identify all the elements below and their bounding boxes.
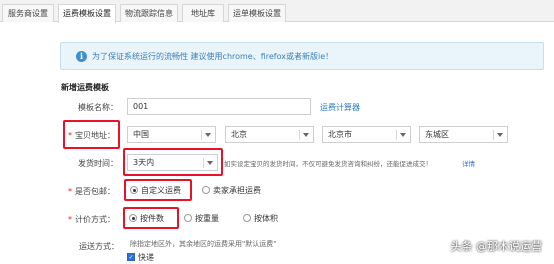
chevron-down-icon xyxy=(400,133,406,137)
info-icon: i xyxy=(76,51,87,62)
ship-time-hint: 如实设定宝贝的发货时间，不仅可避免发货咨询和纠纷，还能促进成交！ xyxy=(224,160,432,168)
city-select[interactable]: 北京市 xyxy=(322,126,411,143)
pricing-label: * 计价方式： xyxy=(68,215,115,224)
free-shipping-label: * 是否包邮： xyxy=(68,187,115,196)
express-label[interactable]: 快递 xyxy=(138,252,154,263)
ship-time-details-link[interactable]: 详情 xyxy=(462,158,475,168)
pricing-highlight xyxy=(123,207,179,229)
district-select[interactable]: 东城区 xyxy=(419,126,508,143)
province-select[interactable]: 北京 xyxy=(225,126,314,143)
chevron-down-icon xyxy=(497,133,503,137)
by-volume-radio[interactable] xyxy=(243,214,251,222)
by-volume-option[interactable]: 按体积 xyxy=(254,213,278,224)
shipping-method-label: 运送方式： xyxy=(79,242,119,251)
template-name-label: 模板名称： xyxy=(78,103,118,112)
shipping-method-hint: 除指定地区外，其余地区的运费采用"默认运费" xyxy=(130,240,277,248)
ship-time-highlight xyxy=(123,148,223,176)
watermark: 头条 @那木说运营 xyxy=(450,240,543,253)
express-checkbox[interactable]: ✓ xyxy=(127,253,135,261)
browser-notice: i 为了保证系统运行的流畅性 建议使用chrome、firefox或者新版ie！ xyxy=(60,42,544,70)
freight-calculator-link[interactable]: 运费计算器 xyxy=(320,102,360,113)
location-label-highlight xyxy=(63,120,120,149)
free-shipping-highlight xyxy=(124,179,192,201)
ship-time-label: 发货时间： xyxy=(78,159,118,168)
notice-text: 为了保证系统运行的流畅性 建议使用chrome、firefox或者新版ie！ xyxy=(92,52,334,61)
tab-bar: 服务商设置 运费模板设置 物流跟踪信息 地址库 运单模板设置 xyxy=(0,0,554,23)
chevron-down-icon xyxy=(303,133,309,137)
tab-address-book[interactable]: 地址库 xyxy=(182,4,224,22)
section-title: 新增运费模板 xyxy=(61,83,109,92)
tab-service-settings[interactable]: 服务商设置 xyxy=(2,4,54,22)
tab-logistics-tracking[interactable]: 物流跟踪信息 xyxy=(120,4,178,22)
seller-pays-radio[interactable] xyxy=(202,186,210,194)
chevron-down-icon xyxy=(205,133,211,137)
by-weight-radio[interactable] xyxy=(184,214,192,222)
country-select[interactable]: 中国 xyxy=(127,126,216,143)
template-name-input[interactable]: 001 xyxy=(127,98,311,115)
seller-pays-option[interactable]: 卖家承担运费 xyxy=(213,185,261,196)
tab-waybill-template[interactable]: 运单模板设置 xyxy=(228,4,286,22)
tab-freight-template[interactable]: 运费模板设置 xyxy=(58,4,116,23)
by-weight-option[interactable]: 按重量 xyxy=(195,213,219,224)
